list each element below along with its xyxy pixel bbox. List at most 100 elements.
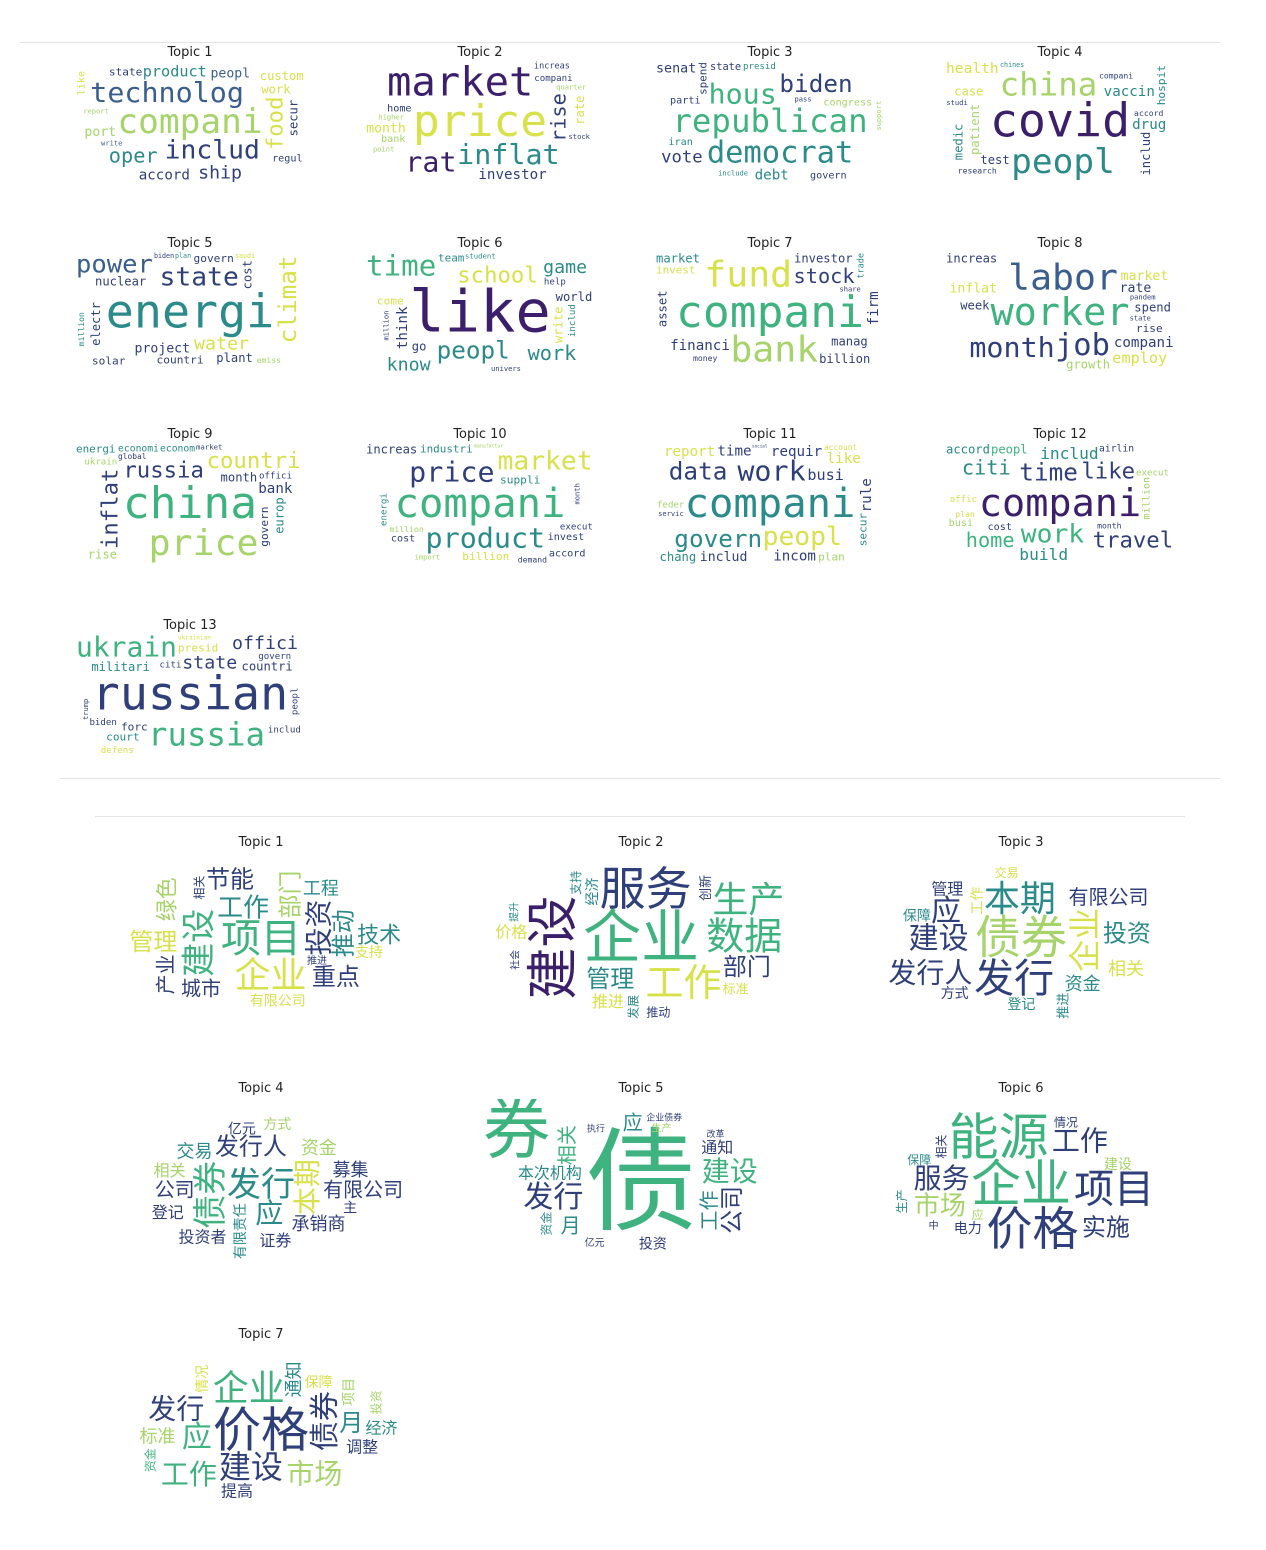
cloud-word: week — [960, 298, 990, 312]
cloud-word: peopl — [763, 522, 842, 552]
wordcloud-canvas: russian ukrain russia state offici militari co… — [75, 634, 305, 756]
cloud-word: 管理 — [586, 965, 634, 993]
cloud-word: 产业 — [154, 954, 178, 994]
wordcloud-svg: 价格企业建设债券应市场发行工作月标准通知调整提高经济项目情况 保障资金投资 — [139, 1361, 397, 1500]
wordcloud-svg: 发行债券 本期应发行人有限公司公司交易 资金募集承销商相关证券投资者登记亿元 方式有限… — [152, 1117, 403, 1259]
cloud-word: 登记 — [1007, 997, 1035, 1013]
cloud-word: plant — [216, 351, 253, 365]
wordcloud-canvas: 债券 发行 本期 企业 建设应发行人 投资 有限公司 资金 相关 管理 方式 登记 保障 工作 推进 交易 — [862, 853, 1180, 1025]
cloud-word: 相关 — [935, 1135, 949, 1159]
topic-6-wordcloud: Topic 6 like time peopl school work know game te… — [365, 236, 595, 374]
cloud-word: rise — [1136, 322, 1163, 335]
cloud-word: execut — [1136, 468, 1169, 478]
cloud-word: peopl — [437, 337, 510, 365]
cloud-word: secur — [287, 100, 301, 137]
cloud-word: increas — [946, 252, 997, 265]
cloud-word: labor — [1008, 257, 1118, 298]
cloud-word: biden — [154, 252, 174, 260]
cloud-word: 价格 — [495, 922, 527, 941]
cloud-word: higher — [378, 113, 404, 121]
chinese-topic-panel: Topic 1 项目 企业 建设 投资 工作 推动 重点 管理 部门 节能 技术 绿色 城市 产业 工程 有限公… — [60, 817, 1220, 1537]
cloud-word: 工程 — [303, 878, 339, 899]
cloud-word: student — [465, 252, 496, 261]
cloud-word: includ — [1040, 444, 1099, 463]
cloud-word: includ — [568, 304, 578, 337]
cloud-word: execut — [560, 522, 593, 532]
cloud-word: 发行 — [148, 1392, 204, 1425]
cloud-word: industri — [420, 443, 473, 455]
cloud-word: state — [1130, 315, 1151, 323]
cloud-word: share — [839, 286, 860, 294]
cloud-word: 调整 — [346, 1437, 378, 1456]
cloud-word: 企业 — [235, 955, 307, 996]
cloud-word: write — [101, 139, 122, 147]
cloud-word: ship — [198, 162, 242, 183]
wordcloud-svg: 债券发行建设公司工作相关月应本次机构通知投资资金亿元生产企业债券执行改革 — [483, 1099, 758, 1253]
cloud-word: russia — [123, 458, 204, 483]
topic-5-wordcloud: Topic 5 energi power state climat water projec… — [75, 236, 305, 374]
cloud-word: firm — [866, 291, 882, 325]
cloud-word: point — [373, 146, 394, 154]
cloud-word: import — [415, 553, 441, 561]
cloud-word: 主 — [343, 1201, 357, 1217]
cloud-word: 企业 — [1066, 908, 1104, 972]
topic-title: Topic 2 — [618, 835, 664, 850]
cloud-word: electr — [89, 302, 103, 346]
cloud-word: price — [149, 523, 259, 564]
cloud-word: investor — [478, 167, 546, 183]
topic-title: Topic 13 — [163, 618, 217, 633]
cloud-word: increas — [534, 61, 570, 71]
cloud-word: 执行 — [587, 1122, 605, 1134]
cloud-word: 有限公司 — [323, 1178, 403, 1202]
topic-6-wordcloud: Topic 6 企业 能源 价格 项目 服务 工作 市场 实施 建设 电力 保障 情况 相关 生产应中 — [862, 1081, 1180, 1271]
cloud-word: 投资 — [639, 1237, 667, 1253]
cloud-word: 建设 — [702, 1155, 758, 1188]
cloud-word: defens — [101, 746, 134, 756]
cloud-word: 推进 — [307, 954, 327, 967]
cloud-word: report — [83, 107, 109, 115]
topic-2-wordcloud: Topic 2 price market inflat rat rise increas in… — [365, 45, 595, 183]
cloud-word: peopl — [1011, 142, 1115, 182]
cloud-word: work — [528, 341, 577, 365]
cloud-word: million — [1142, 477, 1153, 520]
cloud-word: parti — [670, 96, 701, 107]
cloud-word: demand — [518, 555, 547, 564]
cloud-word: 改革 — [706, 1128, 724, 1140]
cloud-word: 相关 — [193, 876, 207, 900]
cloud-word: 节能 — [206, 865, 254, 893]
cloud-word: 情况 — [1054, 1116, 1078, 1130]
cloud-word: medic — [951, 124, 965, 161]
wordcloud-svg: liketimepeoplschoolworkknowgameteamthink… — [366, 252, 592, 374]
cloud-word: custom — [260, 69, 304, 83]
cloud-word: 应 — [623, 1111, 643, 1135]
cloud-word: 生产 — [895, 1189, 909, 1213]
cloud-word: 相关 — [154, 1161, 186, 1180]
cloud-word: 企业债券 — [646, 1112, 682, 1124]
cloud-word: case — [954, 84, 983, 98]
cloud-word: vote — [661, 147, 703, 167]
cloud-word: biden — [89, 718, 116, 728]
cloud-word: 本期 — [291, 1159, 324, 1215]
wordcloud-svg: 债券发行本期企业建设应发行人投资有限公司资金相关管理方式登记保障工作推进交易 — [888, 865, 1151, 1019]
wordcloud-canvas: worker labor job month increas employ compani i… — [945, 252, 1175, 374]
cloud-word: 建设 — [179, 909, 219, 977]
cloud-word: market — [1121, 269, 1169, 284]
cloud-word: 建设 — [1104, 1157, 1132, 1173]
cloud-word: 城市 — [181, 976, 221, 1000]
cloud-word: market — [387, 61, 533, 106]
cloud-word: 资金 — [539, 1212, 554, 1236]
cloud-word: 承销商 — [291, 1214, 345, 1235]
cloud-word: 工作 — [970, 887, 986, 915]
cloud-word: compani — [685, 481, 856, 527]
cloud-word: cost — [241, 260, 255, 289]
cloud-word: govern — [674, 525, 762, 553]
cloud-word: like — [76, 71, 87, 95]
cloud-word: financi — [670, 338, 730, 354]
cloud-word: 发行 — [974, 956, 1054, 1002]
cloud-word: 投资 — [1103, 919, 1151, 947]
wordcloud-canvas: price market inflat rat rise increas investor m… — [365, 61, 595, 183]
cloud-word: 有限公司 — [250, 994, 306, 1010]
cloud-word: 社会 — [508, 950, 521, 970]
cloud-word: 市场 — [914, 1191, 966, 1221]
cloud-word: 交易 — [995, 865, 1019, 880]
